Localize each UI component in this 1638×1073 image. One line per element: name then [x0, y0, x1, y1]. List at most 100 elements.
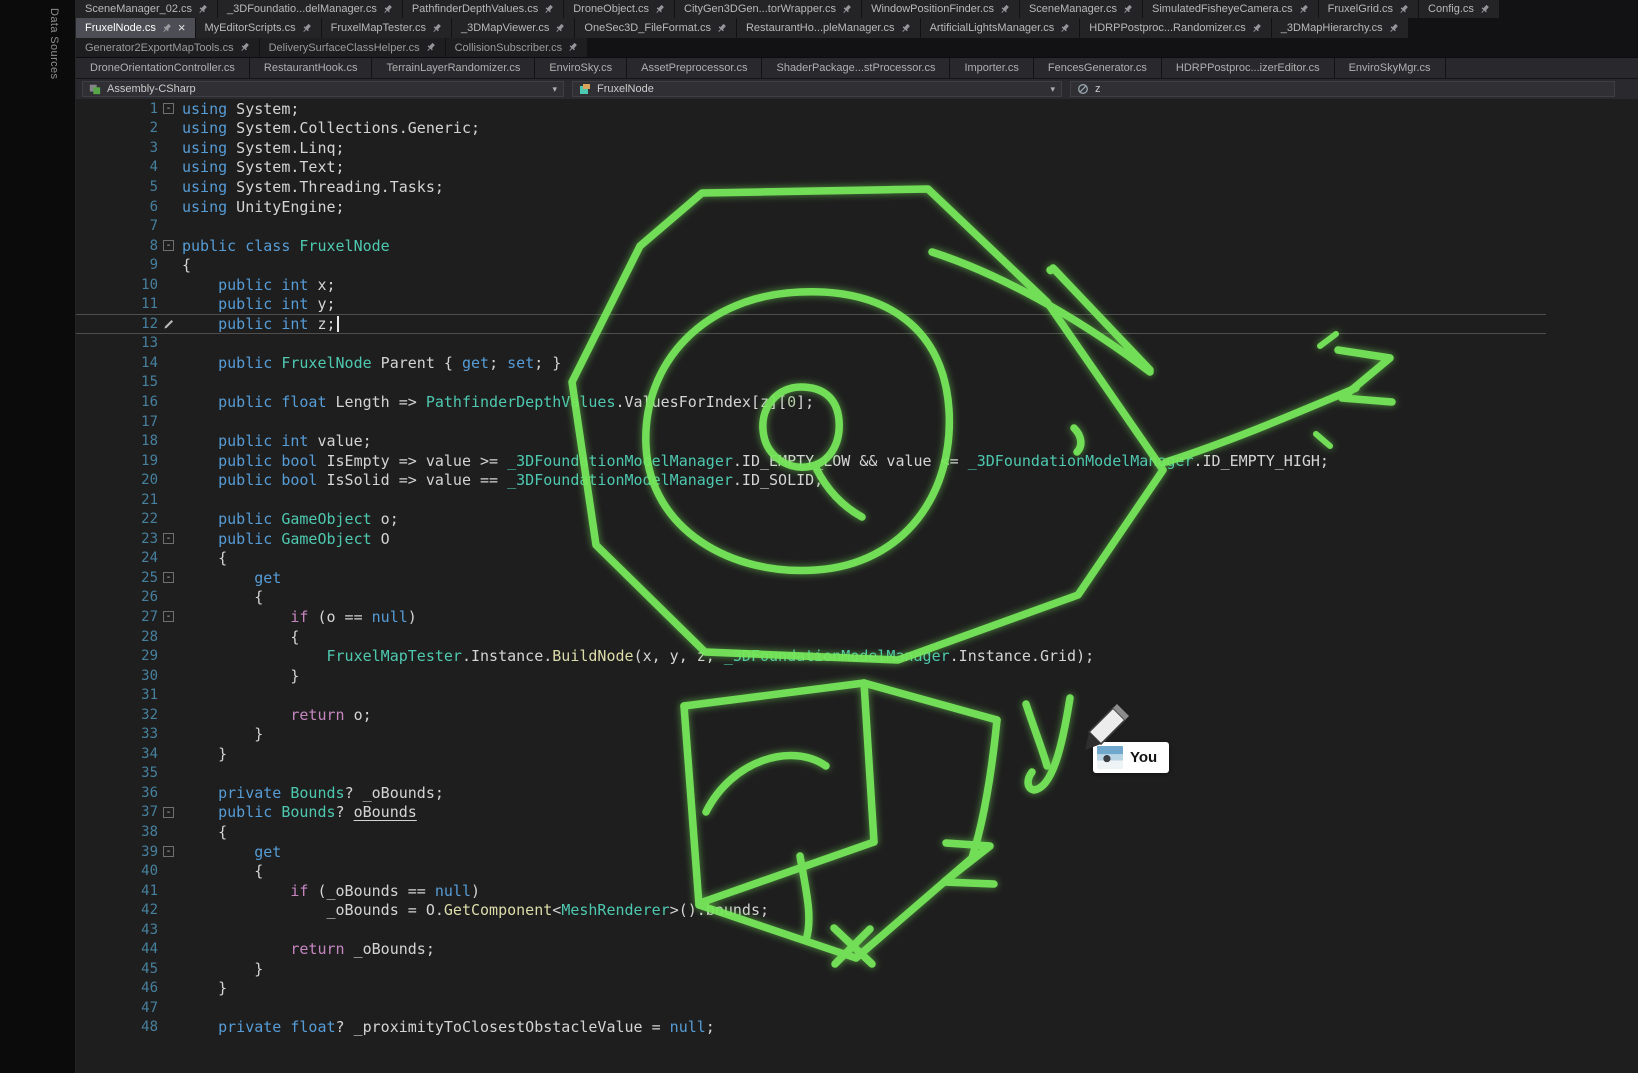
tab-restaurantho-plemanager-cs[interactable]: RestaurantHo...pleManager.cs: [737, 18, 920, 38]
code-line[interactable]: 7: [76, 216, 1546, 236]
code-line[interactable]: 37- public Bounds? oBounds: [76, 803, 1546, 823]
code-text[interactable]: return o;: [182, 706, 372, 724]
tab-terrainlayerrandomizer-cs[interactable]: TerrainLayerRandomizer.cs: [372, 58, 535, 78]
code-text[interactable]: private Bounds? _oBounds;: [182, 784, 444, 802]
pin-icon[interactable]: [161, 23, 172, 34]
code-text[interactable]: {: [182, 588, 263, 606]
code-line[interactable]: 38 {: [76, 822, 1546, 842]
code-text[interactable]: using System.Text;: [182, 158, 345, 176]
chevron-down-icon[interactable]: ▾: [552, 84, 557, 95]
code-text[interactable]: using System.Linq;: [182, 139, 345, 157]
code-text[interactable]: {: [182, 823, 227, 841]
code-text[interactable]: public GameObject o;: [182, 510, 399, 528]
tab--3dmaphierarchy-cs[interactable]: _3DMapHierarchy.cs: [1272, 18, 1408, 38]
tab--3dmapviewer-cs[interactable]: _3DMapViewer.cs: [452, 18, 574, 38]
pin-icon[interactable]: [900, 23, 911, 34]
code-line[interactable]: 8-public class FruxelNode: [76, 236, 1546, 256]
code-text[interactable]: if (o == null): [182, 608, 417, 626]
pin-icon[interactable]: [1298, 4, 1309, 15]
code-line[interactable]: 48 private float? _proximityToClosestObs…: [76, 1018, 1546, 1038]
code-line[interactable]: 20 public bool IsSolid => value == _3DFo…: [76, 470, 1546, 490]
fold-marker-icon[interactable]: -: [163, 611, 174, 622]
code-text[interactable]: {: [182, 256, 191, 274]
tab-generator2exportmaptools-cs[interactable]: Generator2ExportMapTools.cs: [76, 38, 259, 57]
pin-icon[interactable]: [1251, 23, 1262, 34]
pin-icon[interactable]: [841, 4, 852, 15]
code-line[interactable]: 36 private Bounds? _oBounds;: [76, 783, 1546, 803]
code-text[interactable]: _oBounds = O.GetComponent<MeshRenderer>(…: [182, 901, 769, 919]
tab-enviroskymgr-cs[interactable]: EnviroSkyMgr.cs: [1335, 58, 1446, 78]
code-editor[interactable]: 1-using System;2using System.Collections…: [76, 97, 1638, 1073]
code-text[interactable]: public GameObject O: [182, 530, 390, 548]
code-line[interactable]: 15: [76, 373, 1546, 393]
code-text[interactable]: }: [182, 667, 299, 685]
close-icon[interactable]: ×: [178, 23, 186, 33]
tab-envirosky-cs[interactable]: EnviroSky.cs: [535, 58, 627, 78]
fold-marker-icon[interactable]: -: [163, 533, 174, 544]
tab-scenemanager-02-cs[interactable]: SceneManager_02.cs: [76, 0, 217, 18]
pin-icon[interactable]: [431, 23, 442, 34]
code-line[interactable]: 46 }: [76, 979, 1546, 999]
code-text[interactable]: public class FruxelNode: [182, 237, 390, 255]
code-line[interactable]: 44 return _oBounds;: [76, 940, 1546, 960]
code-text[interactable]: return _oBounds;: [182, 940, 435, 958]
code-line[interactable]: 18 public int value;: [76, 431, 1546, 451]
type-dropdown[interactable]: FruxelNode ▾: [572, 81, 1062, 97]
code-text[interactable]: public int value;: [182, 432, 372, 450]
code-line[interactable]: 1-using System;: [76, 99, 1546, 119]
fold-marker-icon[interactable]: -: [163, 240, 174, 251]
pin-icon[interactable]: [543, 4, 554, 15]
code-text[interactable]: public float Length => PathfinderDepthVa…: [182, 393, 814, 411]
pin-icon[interactable]: [425, 42, 436, 53]
tab-artificiallightsmanager-cs[interactable]: ArtificialLightsManager.cs: [921, 18, 1080, 38]
tab-fruxelnode-cs[interactable]: FruxelNode.cs×: [76, 18, 195, 38]
tab-droneobject-cs[interactable]: DroneObject.cs: [564, 0, 674, 18]
code-line[interactable]: 42 _oBounds = O.GetComponent<MeshRendere…: [76, 900, 1546, 920]
code-text[interactable]: if (_oBounds == null): [182, 882, 480, 900]
code-text[interactable]: }: [182, 979, 227, 997]
code-line[interactable]: 6using UnityEngine;: [76, 197, 1546, 217]
code-line[interactable]: 34 }: [76, 744, 1546, 764]
code-line[interactable]: 23- public GameObject O: [76, 529, 1546, 549]
pin-icon[interactable]: [1388, 23, 1399, 34]
tab-fruxelmaptester-cs[interactable]: FruxelMapTester.cs: [322, 18, 451, 38]
code-text[interactable]: {: [182, 862, 263, 880]
code-line[interactable]: 24 {: [76, 549, 1546, 569]
code-line[interactable]: 45 }: [76, 959, 1546, 979]
code-line[interactable]: 33 }: [76, 725, 1546, 745]
code-text[interactable]: using System.Collections.Generic;: [182, 119, 480, 137]
code-line[interactable]: 26 {: [76, 588, 1546, 608]
tab--3dfoundatio-delmanager-cs[interactable]: _3DFoundatio...delManager.cs: [218, 0, 402, 18]
code-line[interactable]: 19 public bool IsEmpty => value >= _3DFo…: [76, 451, 1546, 471]
pin-icon[interactable]: [1479, 4, 1490, 15]
tab-collisionsubscriber-cs[interactable]: CollisionSubscriber.cs: [446, 38, 588, 57]
fold-marker-icon[interactable]: -: [163, 807, 174, 818]
code-text[interactable]: public int x;: [182, 276, 336, 294]
code-line[interactable]: 21: [76, 490, 1546, 510]
code-line[interactable]: 9{: [76, 255, 1546, 275]
code-text[interactable]: get: [182, 843, 281, 861]
code-text[interactable]: {: [182, 549, 227, 567]
code-line[interactable]: 29 FruxelMapTester.Instance.BuildNode(x,…: [76, 646, 1546, 666]
code-line[interactable]: 2using System.Collections.Generic;: [76, 119, 1546, 139]
pin-icon[interactable]: [654, 4, 665, 15]
code-line[interactable]: 16 public float Length => PathfinderDept…: [76, 392, 1546, 412]
code-line[interactable]: 5using System.Threading.Tasks;: [76, 177, 1546, 197]
pin-icon[interactable]: [1398, 4, 1409, 15]
code-text[interactable]: using UnityEngine;: [182, 198, 345, 216]
code-line[interactable]: 17: [76, 412, 1546, 432]
tab-shaderpackage-stprocessor-cs[interactable]: ShaderPackage...stProcessor.cs: [762, 58, 950, 78]
project-dropdown[interactable]: Assembly-CSharp ▾: [82, 81, 564, 97]
code-line[interactable]: 14 public FruxelNode Parent { get; set; …: [76, 353, 1546, 373]
chevron-down-icon[interactable]: ▾: [1050, 84, 1055, 95]
code-line[interactable]: 10 public int x;: [76, 275, 1546, 295]
tab-importer-cs[interactable]: Importer.cs: [950, 58, 1033, 78]
code-text[interactable]: }: [182, 725, 263, 743]
fold-marker-icon[interactable]: -: [163, 846, 174, 857]
code-line[interactable]: 43: [76, 920, 1546, 940]
tab-restauranthook-cs[interactable]: RestaurantHook.cs: [250, 58, 373, 78]
code-line[interactable]: 35: [76, 764, 1546, 784]
tab-onesec3d-fileformat-cs[interactable]: OneSec3D_FileFormat.cs: [575, 18, 736, 38]
code-text[interactable]: public int z;: [182, 315, 339, 333]
code-text[interactable]: public bool IsEmpty => value >= _3DFound…: [182, 452, 1329, 470]
